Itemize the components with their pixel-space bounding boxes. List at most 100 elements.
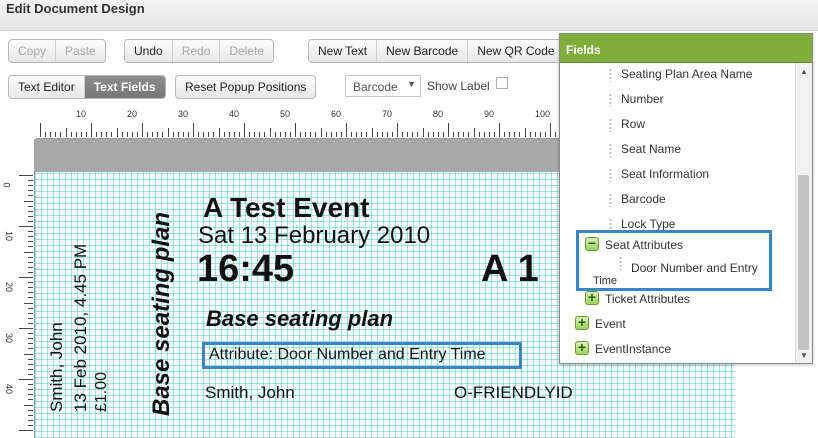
ruler-tick	[96, 132, 98, 137]
ruler-tick	[101, 132, 103, 137]
tree-ticket-attributes[interactable]: Ticket Attributes	[605, 292, 690, 306]
ruler-tick	[366, 132, 368, 137]
ruler-tick	[172, 132, 174, 137]
ruler-tick	[315, 132, 317, 137]
window-titlebar: Edit Document Design	[0, 0, 818, 31]
ruler-label: 30	[178, 109, 189, 119]
ruler-tick	[106, 132, 108, 137]
fields-panel-header[interactable]: Fields	[560, 34, 812, 63]
fields-scrollbar[interactable]: ▲ ▼	[795, 63, 812, 363]
horizontal-ruler: 10 20 30 40 50 60 70 80 90 100	[36, 107, 560, 139]
ruler-tick	[233, 132, 235, 137]
delete-button[interactable]: Delete	[220, 40, 273, 62]
ruler-tick	[335, 132, 337, 137]
ruler-label: 10	[76, 109, 87, 119]
field-item[interactable]: Seating Plan Area Name	[621, 67, 752, 81]
ruler-tick	[28, 368, 33, 370]
text-editor-button[interactable]: Text Editor	[9, 76, 85, 98]
ruler-tick	[182, 132, 184, 137]
tree-event[interactable]: Event	[595, 317, 626, 331]
new-text-button[interactable]: New Text	[309, 40, 378, 62]
side-customer-name[interactable]: Smith, John	[47, 322, 67, 412]
show-label-checkbox[interactable]	[496, 77, 508, 89]
window-title: Edit Document Design	[6, 1, 145, 16]
copy-button[interactable]: Copy	[9, 40, 57, 62]
ruler-tick	[28, 205, 33, 207]
ruler-tick	[28, 409, 33, 411]
vertical-ruler: 0 10 20 30 40	[0, 170, 35, 438]
ruler-tick	[228, 132, 230, 137]
field-item[interactable]: Seat Information	[621, 167, 709, 181]
field-item[interactable]: Barcode	[621, 192, 666, 206]
ruler-label: 50	[280, 109, 291, 119]
ruler-tick	[28, 333, 33, 335]
ruler-tick	[28, 358, 33, 360]
ruler-tick	[60, 132, 62, 137]
event-date[interactable]: Sat 13 February 2010	[198, 222, 430, 250]
expand-ticket-attributes-icon[interactable]: +	[585, 289, 599, 305]
ruler-tick	[28, 236, 33, 238]
undo-button[interactable]: Undo	[125, 40, 173, 62]
clipboard-group: Copy Paste	[8, 39, 106, 63]
ruler-tick	[28, 424, 33, 426]
ruler-tick	[203, 132, 205, 137]
side-seating-plan[interactable]: Base seating plan	[148, 212, 176, 416]
ruler-tick	[325, 132, 327, 137]
ruler-tick	[28, 399, 33, 401]
seat-label[interactable]: A 1	[481, 248, 539, 291]
scroll-thumb[interactable]	[798, 175, 809, 350]
ruler-tick	[136, 132, 138, 137]
ruler-tick	[28, 220, 33, 222]
ruler-margin-band	[34, 139, 560, 172]
ruler-tick	[28, 297, 33, 299]
ruler-tick	[28, 241, 33, 243]
side-event-date[interactable]: 13 Feb 2010, 4.45 PM	[71, 244, 91, 412]
event-name[interactable]: A Test Event	[203, 192, 369, 224]
side-price[interactable]: £1.00	[93, 372, 111, 412]
ruler-tick	[80, 132, 82, 137]
new-barcode-button[interactable]: New Barcode	[377, 40, 469, 62]
ruler-tick	[19, 430, 33, 431]
ruler-tick	[152, 132, 154, 137]
reset-popup-positions-button[interactable]: Reset Popup Positions	[176, 76, 315, 98]
redo-button[interactable]: Redo	[173, 40, 221, 62]
field-item[interactable]: Lock Type	[621, 217, 675, 231]
attribute-field[interactable]: Attribute: Door Number and Entry Time	[209, 346, 486, 364]
ruler-tick	[28, 317, 33, 319]
scroll-up-icon[interactable]: ▲	[800, 67, 808, 76]
ruler-tick	[529, 132, 531, 137]
tree-eventinstance[interactable]: EventInstance	[595, 342, 671, 356]
event-time[interactable]: 16:45	[197, 248, 294, 291]
ruler-label: 30	[4, 332, 15, 344]
scroll-down-icon[interactable]: ▼	[800, 351, 808, 360]
paste-button[interactable]: Paste	[56, 40, 105, 62]
new-qr-code-button[interactable]: New QR Code	[468, 40, 563, 62]
ruler-tick	[453, 132, 455, 137]
field-item[interactable]: Number	[621, 92, 664, 106]
ruler-tick	[499, 123, 500, 137]
mode-group: Text Editor Text Fields	[8, 75, 166, 99]
customer-name[interactable]: Smith, John	[205, 383, 295, 403]
ruler-tick	[28, 373, 33, 375]
ruler-tick	[519, 132, 521, 137]
field-item[interactable]: Row	[621, 117, 645, 131]
ruler-tick	[300, 132, 302, 137]
ruler-label: 40	[229, 109, 240, 119]
text-fields-button[interactable]: Text Fields	[84, 76, 165, 98]
ruler-tick	[126, 132, 128, 137]
field-item[interactable]: Seat Name	[621, 142, 681, 156]
ruler-tick	[208, 132, 210, 137]
ruler-tick	[340, 132, 342, 137]
barcode-type-select[interactable]: Barcode ▼	[345, 75, 421, 97]
expand-event-icon[interactable]: +	[575, 314, 589, 330]
ruler-tick	[417, 132, 419, 137]
friendly-id[interactable]: O-FRIENDLYID	[454, 383, 573, 403]
expand-eventinstance-icon[interactable]: +	[575, 339, 589, 355]
ruler-tick	[381, 132, 383, 137]
ruler-tick	[254, 132, 256, 137]
tree-connector-icon	[609, 93, 612, 107]
history-group: Undo Redo Delete	[124, 39, 275, 63]
ruler-tick	[412, 132, 414, 137]
ruler-tick	[167, 128, 169, 137]
seating-plan-name[interactable]: Base seating plan	[206, 306, 393, 332]
